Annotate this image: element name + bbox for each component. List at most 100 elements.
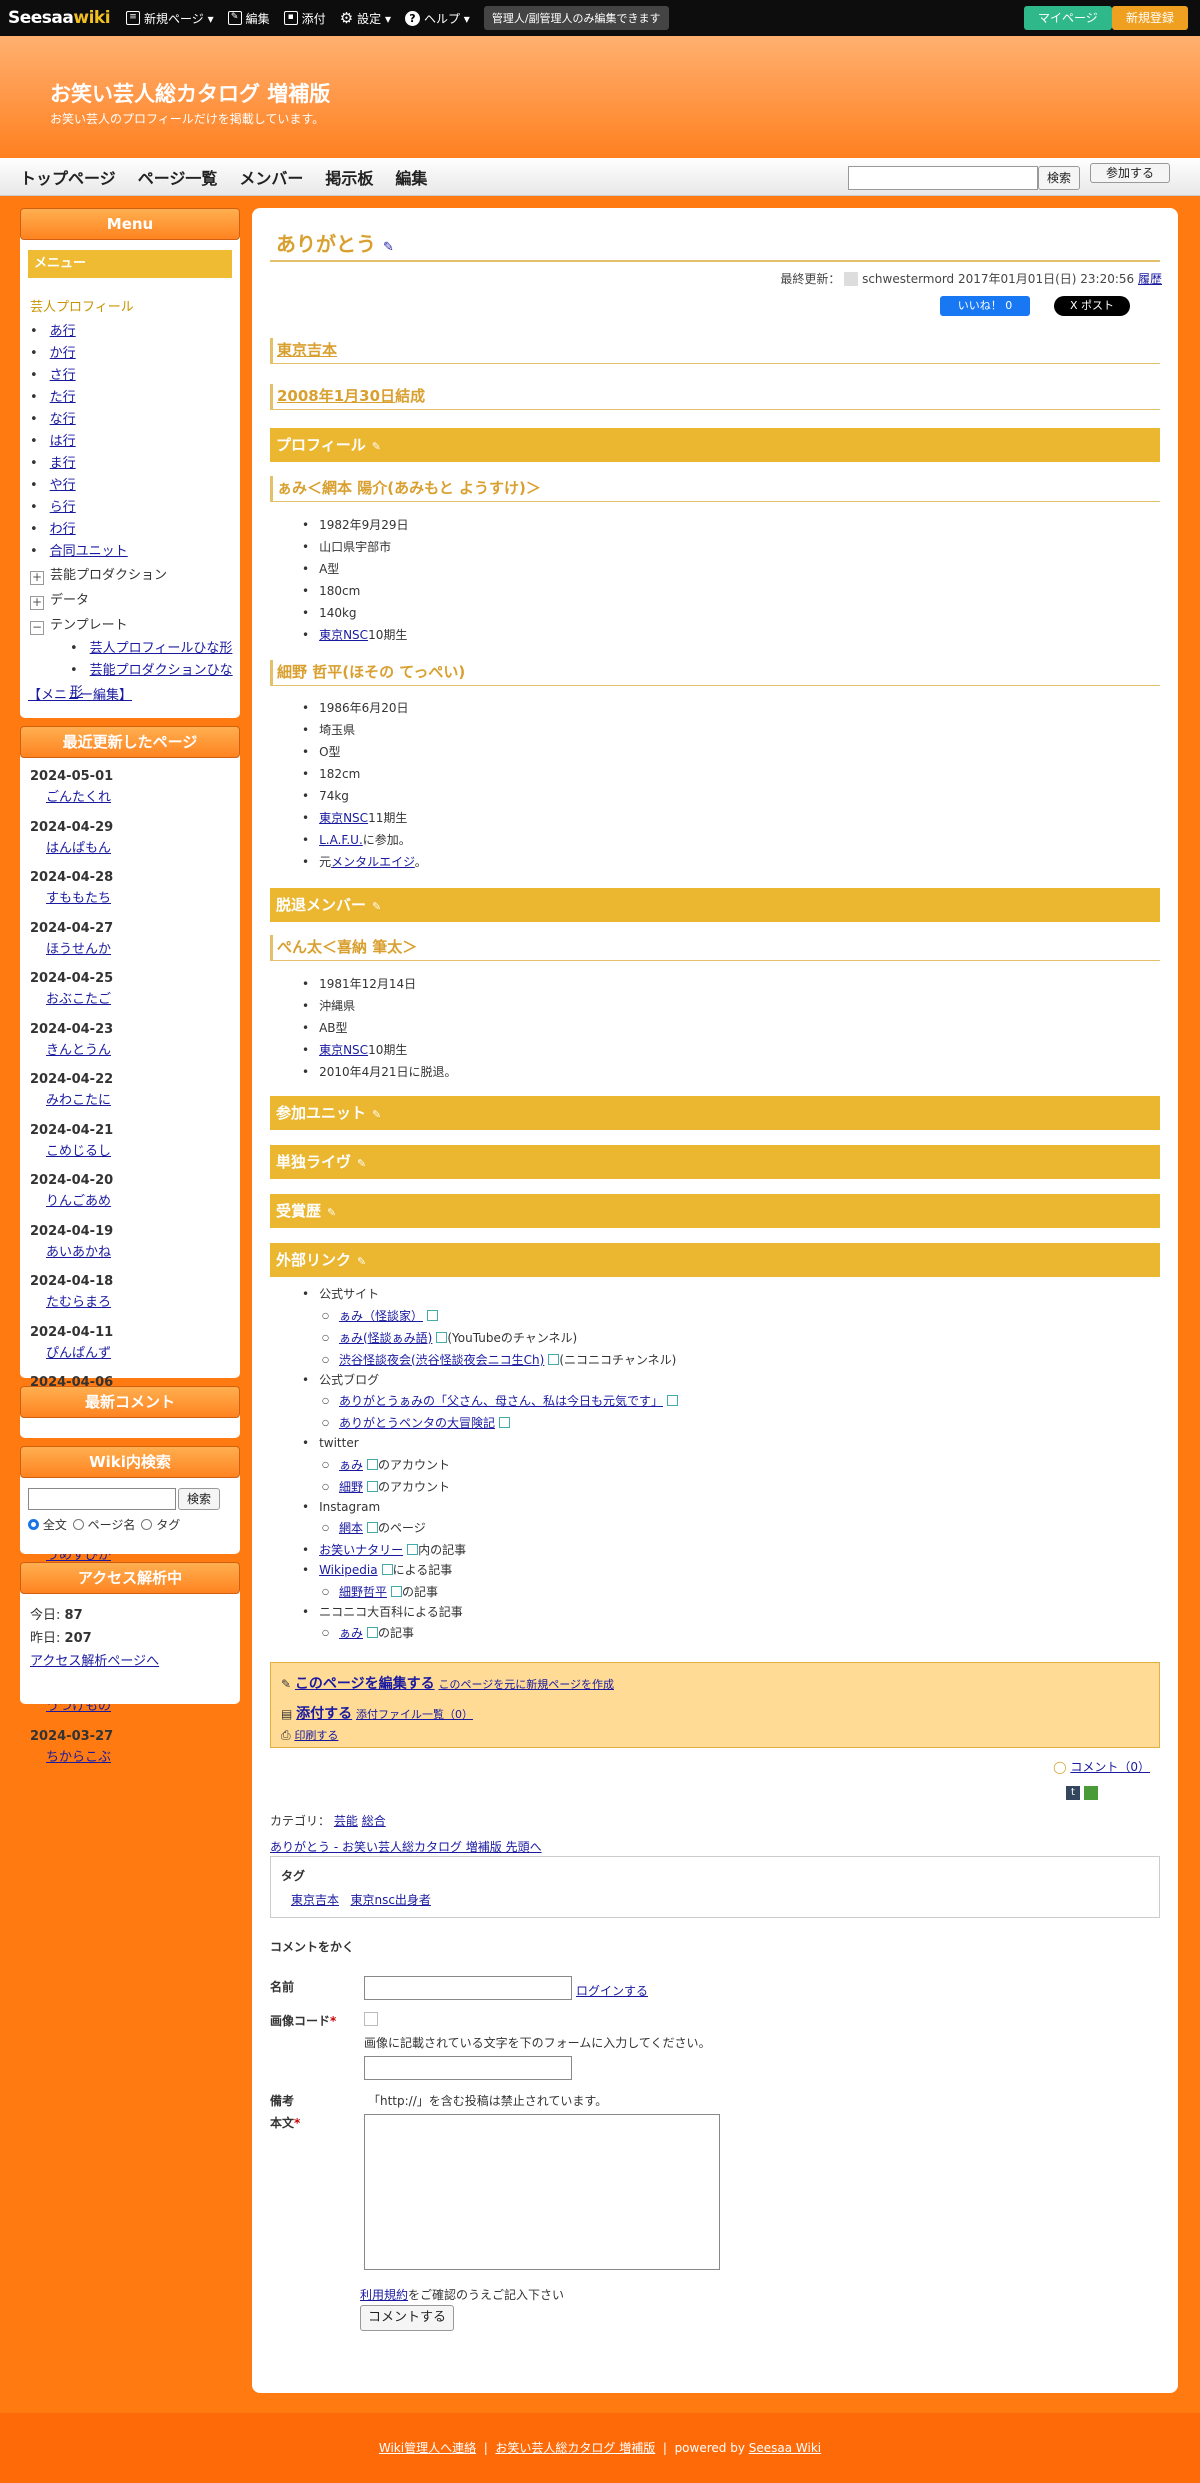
recent-page-link[interactable]: みわこたに [46, 1093, 111, 1108]
profile-heading: プロフィール ✎ [270, 428, 1160, 462]
tag-link[interactable]: 東京nsc出身者 [350, 1893, 430, 1907]
new-page-from-this-link[interactable]: このページを元に新規ページを作成 [438, 1678, 614, 1691]
nav-members[interactable]: メンバー [239, 165, 303, 189]
menu-item[interactable]: ら行 [30, 497, 240, 519]
nav-bbs[interactable]: 掲示板 [325, 165, 373, 189]
menu-item[interactable]: 芸能プロダクションひな形 [30, 660, 240, 700]
seesaa-wiki-logo[interactable]: Seesaawiki [8, 8, 111, 28]
pencil-icon[interactable]: ✎ [383, 240, 394, 255]
edit-icon[interactable]: ✎ [372, 900, 381, 913]
recent-page-link[interactable]: ちからこぶ [46, 1750, 111, 1765]
menu-item[interactable]: た行 [30, 387, 240, 409]
recent-page-link[interactable]: りんごあめ [46, 1194, 111, 1209]
mypage-button[interactable]: マイページ [1024, 6, 1112, 30]
help-menu[interactable]: ? ヘルプ ▾ [404, 10, 470, 27]
attach-link[interactable]: 添付する [296, 1706, 352, 1722]
recent-page-link[interactable]: ぴんぱんず [46, 1346, 111, 1361]
formed-heading: 2008年1月30日結成 [270, 384, 1160, 410]
member-profile-list: 1981年12月14日 沖縄県 AB型 東京NSC10期生 2010年4月21日… [302, 973, 456, 1083]
menu-item[interactable]: 合同ユニット [30, 541, 240, 563]
recent-date: 2024-04-27 [30, 920, 114, 936]
expand-icon[interactable]: + [30, 596, 44, 610]
facebook-like-button[interactable]: いいね！ 0 [940, 296, 1030, 316]
recent-page-link[interactable]: たむらまろ [46, 1295, 111, 1310]
edit-icon[interactable]: ✎ [372, 1108, 381, 1121]
collapse-icon[interactable]: − [30, 621, 44, 635]
access-page-link[interactable]: アクセス解析ページへ [30, 1654, 159, 1669]
menu-item[interactable]: ま行 [30, 453, 240, 475]
terms-link[interactable]: 利用規約 [360, 2288, 408, 2302]
login-link[interactable]: ログインする [576, 1982, 648, 1999]
wiki-search-input[interactable] [28, 1488, 176, 1510]
recent-page-link[interactable]: こめじるし [46, 1144, 111, 1159]
menu-item[interactable]: 芸人プロフィールひな形 [30, 638, 240, 660]
captcha-input[interactable] [364, 2056, 572, 2080]
external-link-icon [367, 1522, 378, 1533]
settings-menu[interactable]: ⚙ 設定 ▾ [340, 9, 391, 27]
edit-menu[interactable]: ✎ 編集 [227, 10, 270, 27]
tumblr-icon[interactable]: t [1066, 1786, 1080, 1800]
page-actions-box: ✎ このページを編集する このページを元に新規ページを作成 ▤ 添付する 添付フ… [270, 1662, 1160, 1748]
history-link[interactable]: 履歴 [1138, 272, 1162, 286]
captcha-image [364, 2012, 378, 2026]
search-mode-fulltext[interactable]: 全文 [28, 1516, 67, 1533]
back-to-top-link[interactable]: ありがとう - お笑い芸人総カタログ 増補版 先頭へ [270, 1840, 542, 1854]
join-button[interactable]: 参加する [1090, 163, 1170, 183]
search-mode-pagename[interactable]: ページ名 [72, 1516, 135, 1533]
nav-edit[interactable]: 編集 [395, 165, 427, 189]
categories: カテゴリ： 芸能 総合 [270, 1814, 386, 1828]
x-post-button[interactable]: X ポスト [1054, 296, 1130, 316]
new-page-menu[interactable]: ≡ 新規ページ ▾ [126, 10, 214, 27]
menu-tree-item[interactable]: − テンプレート [30, 613, 240, 638]
edit-icon[interactable]: ✎ [372, 440, 381, 453]
recent-page-link[interactable]: きんとうん [46, 1043, 111, 1058]
menu-item[interactable]: か行 [30, 343, 240, 365]
recent-page-link[interactable]: ごんたくれ [46, 790, 111, 805]
share-icon[interactable] [1084, 1786, 1098, 1800]
menu-edit-link[interactable]: 【メニュー編集】 [28, 688, 132, 703]
nav-top[interactable]: トップページ [20, 165, 116, 189]
menu-item[interactable]: な行 [30, 409, 240, 431]
search-mode-tag[interactable]: タグ [141, 1516, 180, 1533]
menu-item[interactable]: は行 [30, 431, 240, 453]
menu-item[interactable]: わ行 [30, 519, 240, 541]
edit-icon[interactable]: ✎ [327, 1206, 336, 1219]
attachment-list-link[interactable]: 添付ファイル一覧（0） [356, 1708, 473, 1721]
attach-menu[interactable]: ▪ 添付 [283, 10, 326, 27]
comment-count: ◯ コメント（0） [1053, 1760, 1150, 1774]
expand-icon[interactable]: + [30, 571, 44, 585]
recent-date: 2024-04-11 [30, 1324, 114, 1340]
site-title[interactable]: お笑い芸人総カタログ 増補版 [50, 78, 330, 108]
recent-page-link[interactable]: ほうせんか [46, 942, 111, 957]
external-link-icon [391, 1585, 402, 1597]
global-search-input[interactable] [848, 166, 1038, 190]
edit-page-link[interactable]: このページを編集する [295, 1676, 435, 1692]
menu-item[interactable]: あ行 [30, 321, 240, 343]
recent-page-link[interactable]: はんぱもん [46, 841, 111, 856]
comment-body-textarea[interactable] [364, 2114, 720, 2270]
menu-item[interactable]: さ行 [30, 365, 240, 387]
menu-subheading: 芸人プロフィール [30, 300, 134, 315]
print-link[interactable]: 印刷する [294, 1729, 338, 1742]
document-icon: ≡ [126, 11, 141, 25]
tag-link[interactable]: 東京吉本 [291, 1893, 339, 1907]
submit-comment-button[interactable]: コメントする [360, 2305, 454, 2331]
contact-admin-link[interactable]: Wiki管理人へ連絡 [379, 2441, 476, 2455]
recent-page-link[interactable]: あいあかね [46, 1245, 111, 1260]
menu-item[interactable]: や行 [30, 475, 240, 497]
recent-page-link[interactable]: おぶこたご [46, 992, 111, 1007]
menu-tree-item[interactable]: + 芸能プロダクション [30, 563, 240, 588]
recent-date: 2024-05-01 [30, 769, 114, 784]
edit-icon[interactable]: ✎ [357, 1255, 366, 1268]
edit-icon[interactable]: ✎ [357, 1157, 366, 1170]
global-search-button[interactable]: 検索 [1038, 166, 1080, 190]
menu-tree-item[interactable]: + データ [30, 588, 240, 613]
seesaa-wiki-link[interactable]: Seesaa Wiki [749, 2441, 821, 2455]
signup-button[interactable]: 新規登録 [1112, 6, 1189, 30]
footer-site-link[interactable]: お笑い芸人総カタログ 増補版 [495, 2441, 655, 2455]
recent-page-link[interactable]: すももたち [46, 891, 111, 906]
nav-page-list[interactable]: ページ一覧 [138, 165, 218, 189]
wiki-search-button[interactable]: 検索 [178, 1488, 220, 1510]
name-input[interactable] [364, 1976, 572, 2000]
footer: Wiki管理人へ連絡 | お笑い芸人総カタログ 増補版 | powered by… [0, 2413, 1200, 2483]
